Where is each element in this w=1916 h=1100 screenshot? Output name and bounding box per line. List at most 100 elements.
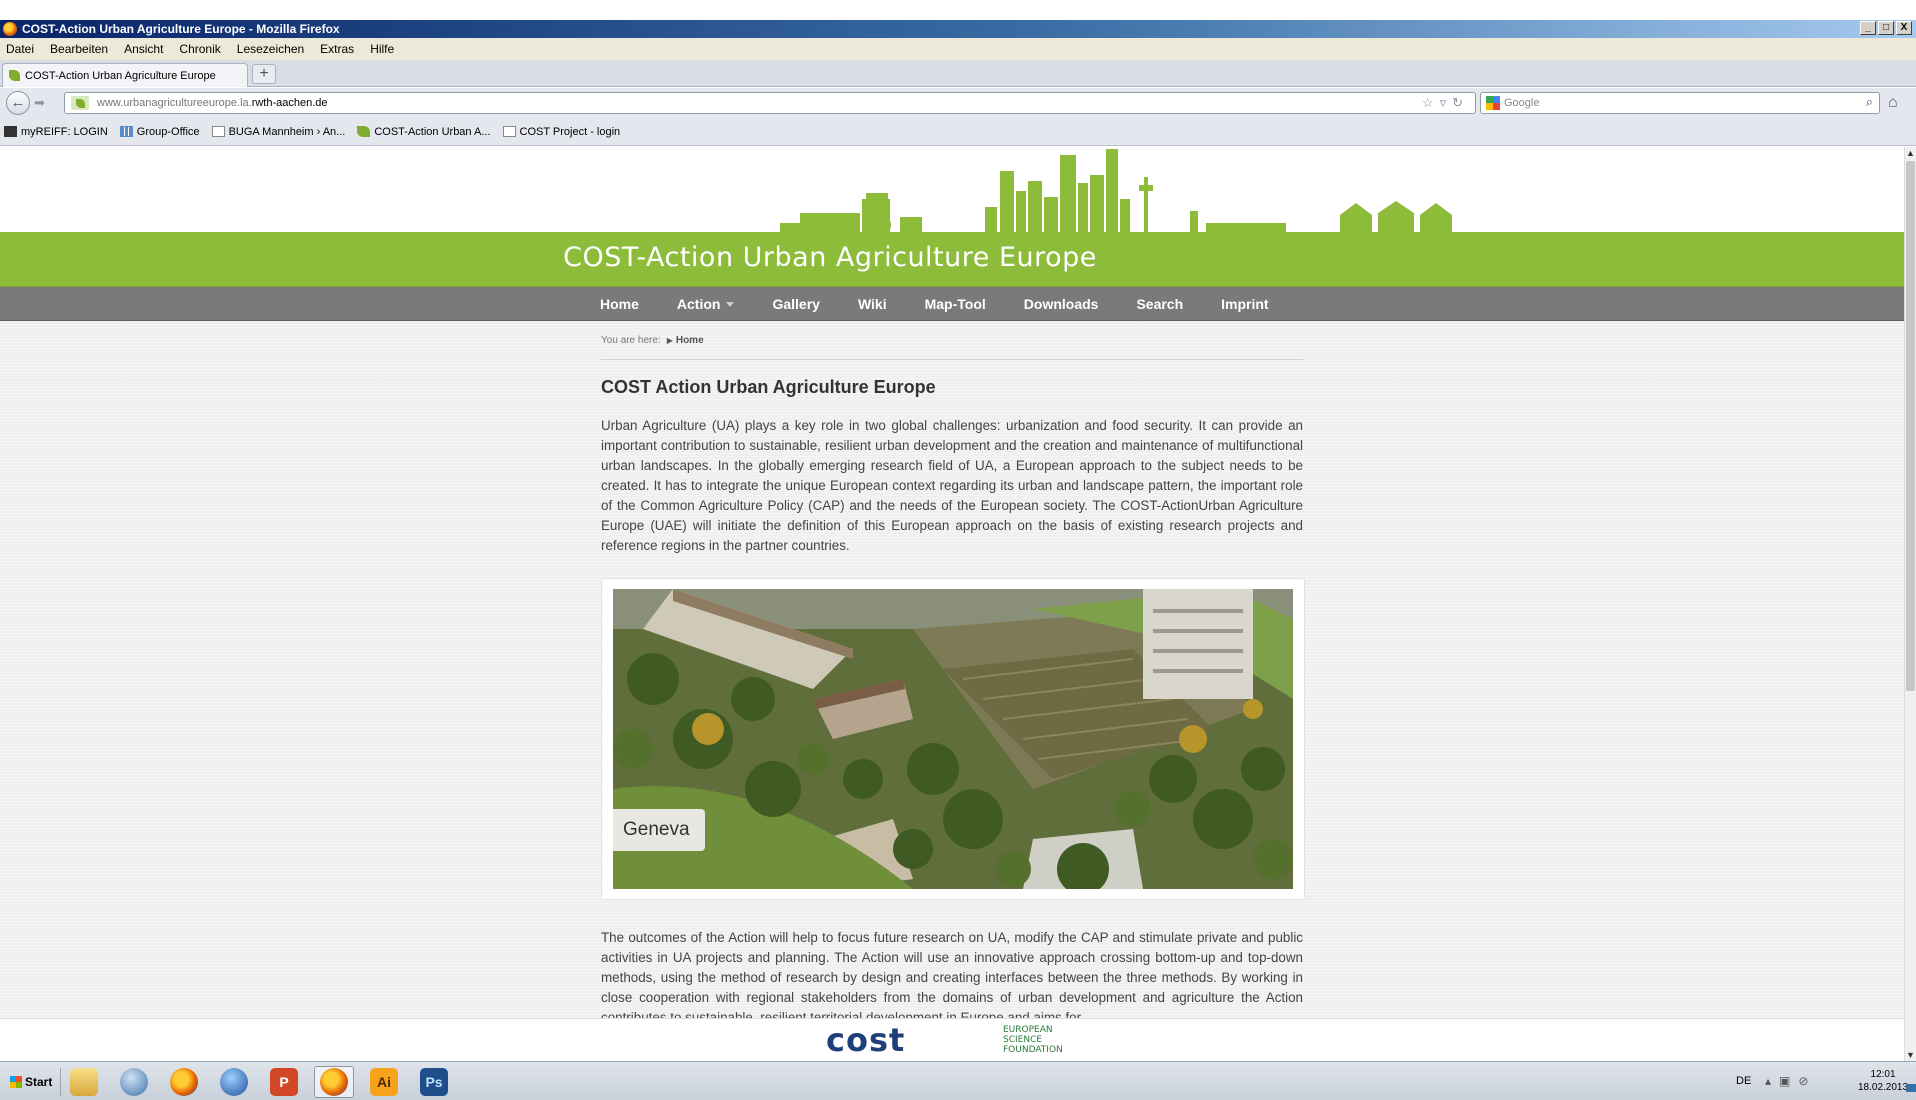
bookmark-cost-project[interactable]: COST Project - login: [502, 125, 621, 138]
forward-button[interactable]: ➡: [34, 95, 45, 111]
nav-gallery[interactable]: Gallery: [772, 296, 819, 312]
bookmark-label: Group-Office: [136, 125, 200, 138]
minimize-button[interactable]: _: [1860, 21, 1876, 35]
bookmark-label: BUGA Mannheim › An...: [228, 125, 346, 138]
page-icon: [211, 126, 225, 137]
menu-bar: Datei Bearbeiten Ansicht Chronik Lesezei…: [0, 38, 1916, 60]
home-icon[interactable]: ⌂: [1888, 94, 1898, 112]
bookmark-group-office[interactable]: Group-Office: [119, 125, 200, 138]
search-icon[interactable]: ⌕: [1866, 94, 1873, 110]
site-navigation: Home Action Gallery Wiki Map-Tool Downlo…: [0, 287, 1904, 321]
tab-cost-action[interactable]: COST-Action Urban Agriculture Europe: [2, 63, 248, 87]
nav-label: Action: [676, 296, 721, 312]
volume-muted-icon[interactable]: ⊘: [1798, 1074, 1816, 1088]
nav-imprint[interactable]: Imprint: [1221, 296, 1268, 312]
second-paragraph: The outcomes of the Action will help to …: [601, 930, 1303, 1018]
esf-logo-line: FOUNDATION: [1003, 1045, 1063, 1055]
bookmarks-bar: myREIFF: LOGIN Group-Office BUGA Mannhei…: [0, 118, 1916, 146]
scroll-up-icon[interactable]: ▲: [1906, 148, 1915, 158]
dropdown-icon[interactable]: ▿: [1440, 95, 1453, 110]
nav-label: Search: [1136, 296, 1184, 312]
show-desktop-button[interactable]: [1906, 1084, 1916, 1092]
back-button[interactable]: ←: [6, 91, 30, 115]
esf-logo[interactable]: EUROPEAN SCIENCE FOUNDATION: [1003, 1025, 1063, 1055]
leaf-icon: [9, 70, 20, 81]
menu-bearbeiten[interactable]: Bearbeiten: [42, 42, 116, 56]
search-bar[interactable]: Google ⌕: [1480, 92, 1880, 114]
esf-logo-line: EUROPEAN: [1003, 1025, 1053, 1035]
nav-label: Wiki: [857, 296, 887, 312]
url-action-icons: ☆▿↻: [1422, 95, 1469, 111]
cost-logo[interactable]: cost: [826, 1024, 905, 1056]
maximize-button[interactable]: □: [1878, 21, 1894, 35]
vertical-scrollbar[interactable]: ▲ ▼: [1904, 147, 1916, 1061]
bookmark-cost-action[interactable]: COST-Action Urban A...: [357, 125, 491, 138]
bookmark-buga[interactable]: BUGA Mannheim › An...: [211, 125, 346, 138]
menu-ansicht[interactable]: Ansicht: [116, 42, 171, 56]
nav-downloads[interactable]: Downloads: [1024, 296, 1099, 312]
google-icon[interactable]: [1486, 96, 1500, 110]
bookmark-myreiff[interactable]: myREIFF: LOGIN: [4, 126, 108, 138]
nav-home[interactable]: Home: [600, 296, 639, 312]
intro-paragraph: Urban Agriculture (UA) plays a key role …: [601, 418, 1303, 553]
reload-icon[interactable]: ↻: [1452, 95, 1469, 110]
nav-action[interactable]: Action: [677, 296, 735, 312]
bookmark-star-icon[interactable]: ☆: [1422, 95, 1440, 110]
nav-map-tool[interactable]: Map-Tool: [925, 296, 986, 312]
address-bar[interactable]: www.urbanagricultureeurope.la. rwth-aache…: [64, 92, 1476, 114]
nav-label: Gallery: [772, 296, 820, 312]
start-button[interactable]: Start: [2, 1068, 62, 1096]
tab-bar: COST-Action Urban Agriculture Europe +: [0, 60, 1916, 87]
explorer-icon[interactable]: [64, 1066, 104, 1098]
tray-icons: ▴▣⊘: [1765, 1074, 1816, 1088]
window-controls: _ □ X: [1860, 21, 1912, 35]
scroll-down-icon[interactable]: ▼: [1906, 1050, 1915, 1060]
page-title: COST Action Urban Agriculture Europe: [601, 377, 936, 397]
network-icon[interactable]: ▣: [1779, 1074, 1798, 1088]
menu-hilfe[interactable]: Hilfe: [362, 42, 402, 56]
google-earth-icon[interactable]: [214, 1066, 254, 1098]
firefox-icon[interactable]: [164, 1066, 204, 1098]
window-title: COST-Action Urban Agriculture Europe - M…: [22, 22, 340, 36]
firefox-icon: [3, 22, 17, 36]
close-button[interactable]: X: [1896, 21, 1912, 35]
bookmark-label: COST Project - login: [519, 125, 621, 138]
menu-lesezeichen[interactable]: Lesezeichen: [229, 42, 312, 56]
new-tab-button[interactable]: +: [252, 64, 276, 84]
powerpoint-icon[interactable]: P: [264, 1066, 304, 1098]
chevron-down-icon: [726, 301, 735, 307]
menu-extras[interactable]: Extras: [312, 42, 362, 56]
clock[interactable]: 12:01 18.02.2013: [1858, 1068, 1908, 1094]
search-placeholder: Google: [1504, 97, 1540, 109]
divider: [601, 359, 1303, 360]
nav-wiki[interactable]: Wiki: [858, 296, 887, 312]
firefox-active-icon[interactable]: [314, 1066, 354, 1098]
breadcrumb-home-link[interactable]: Home: [676, 335, 704, 346]
menu-datei[interactable]: Datei: [0, 42, 42, 56]
site-identity-icon[interactable]: [71, 96, 89, 110]
tray-expand-icon[interactable]: ▴: [1765, 1074, 1779, 1088]
illustrator-icon[interactable]: Ai: [364, 1066, 404, 1098]
nav-label: Imprint: [1221, 296, 1269, 312]
tab-title: COST-Action Urban Agriculture Europe: [25, 69, 216, 82]
page-viewport: COST-Action Urban Agriculture Europe Hom…: [0, 147, 1904, 1018]
bookmark-label: COST-Action Urban A...: [374, 125, 491, 138]
group-office-icon: [119, 126, 133, 137]
photo-slider[interactable]: Geneva: [601, 578, 1305, 900]
photoshop-icon[interactable]: Ps: [414, 1066, 454, 1098]
cost-logo-text: cost: [826, 1021, 906, 1059]
language-indicator[interactable]: DE: [1736, 1075, 1751, 1087]
footer-logos: cost EUROPEAN SCIENCE FOUNDATION: [0, 1018, 1904, 1061]
photo-caption: Geneva: [613, 809, 705, 851]
thunderbird-icon[interactable]: [114, 1066, 154, 1098]
window-titlebar: COST-Action Urban Agriculture Europe - M…: [0, 20, 1916, 38]
url-prefix: www.urbanagricultureeurope.la.: [97, 97, 252, 109]
start-label: Start: [25, 1075, 53, 1089]
bookmark-label: myREIFF: LOGIN: [21, 125, 108, 138]
page-icon: [502, 126, 516, 137]
url-domain: rwth-aachen.de: [251, 97, 328, 109]
menu-chronik[interactable]: Chronik: [171, 42, 228, 56]
scrollbar-thumb[interactable]: [1906, 161, 1915, 691]
nav-search[interactable]: Search: [1136, 296, 1183, 312]
windows-logo-icon: [10, 1076, 22, 1088]
